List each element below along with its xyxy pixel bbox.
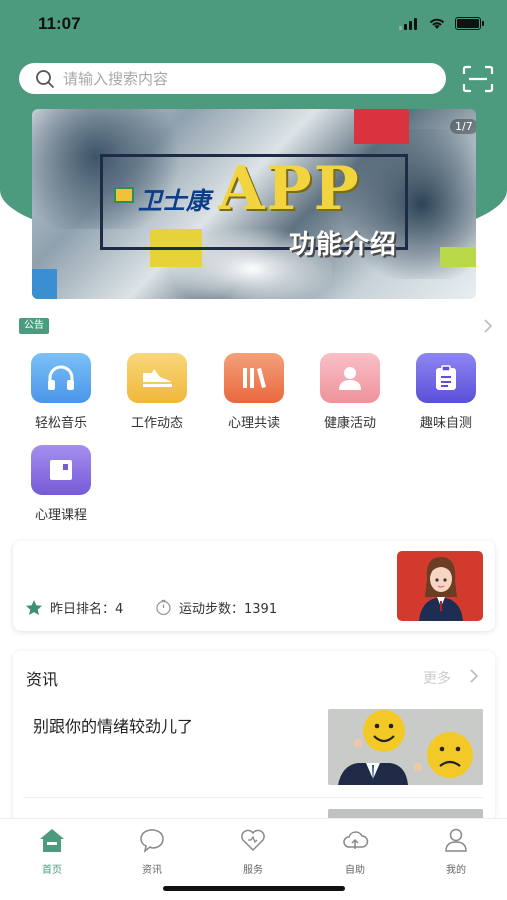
feature-self-test[interactable]: 趣味自测: [406, 353, 486, 443]
feature-label: 健康活动: [323, 416, 376, 431]
mascot-avatar: [397, 551, 483, 621]
user-icon: [445, 828, 467, 852]
daily-stats-card[interactable]: 昨日排名：4 运动步数：1391: [13, 541, 495, 631]
feature-psych-course[interactable]: 心理课程: [21, 445, 101, 535]
feature-psych-reading[interactable]: 心理共读: [214, 353, 294, 443]
feature-label: 趣味自测: [419, 416, 472, 431]
rank-text: 昨日排名：4: [50, 602, 124, 617]
tab-services[interactable]: 服务: [223, 827, 283, 876]
news-divider: [23, 797, 483, 798]
tab-profile[interactable]: 我的: [426, 827, 486, 876]
feature-health-activity[interactable]: 健康活动: [310, 353, 390, 443]
wifi-icon: [429, 18, 445, 29]
battery-icon: [455, 17, 484, 30]
tab-label: 自助: [345, 865, 365, 876]
signal-icon: [399, 18, 417, 30]
banner-headline: APP: [218, 154, 361, 224]
timer-icon: [156, 599, 171, 616]
tab-label: 首页: [42, 865, 62, 876]
person-icon: [320, 353, 380, 403]
banner-subtitle: 功能介绍: [289, 230, 398, 260]
chevron-right-icon[interactable]: [469, 668, 479, 684]
feature-label: 心理共读: [227, 416, 280, 431]
feature-work-updates[interactable]: 工作动态: [117, 353, 197, 443]
star-icon: [26, 600, 42, 615]
scan-icon[interactable]: [462, 65, 494, 93]
feature-label: 轻松音乐: [34, 416, 87, 431]
shoe-icon: [127, 353, 187, 403]
news-card: 资讯 更多 别跟你的情绪较劲儿了: [13, 651, 495, 821]
news-section-title: 资讯: [26, 670, 59, 689]
home-indicator[interactable]: [163, 886, 345, 891]
tab-label: 我的: [446, 865, 466, 876]
cloud-upload-icon: [343, 831, 369, 849]
notice-tag[interactable]: 公告: [19, 318, 49, 334]
tab-news[interactable]: 资讯: [122, 827, 182, 876]
heart-icon: [241, 829, 265, 852]
tab-label: 资讯: [142, 865, 162, 876]
feature-music[interactable]: 轻松音乐: [21, 353, 101, 443]
clipboard-icon: [416, 353, 476, 403]
tab-self-service[interactable]: 自助: [325, 827, 385, 876]
feature-label: 心理课程: [34, 508, 87, 523]
chevron-right-icon[interactable]: [483, 318, 493, 334]
course-icon: [31, 445, 91, 495]
home-icon: [40, 829, 64, 852]
yesterday-rank: 昨日排名：4: [25, 598, 123, 617]
tab-label: 服务: [243, 865, 263, 876]
banner-page-counter: 1/7: [450, 119, 476, 134]
status-time: 11:07: [38, 14, 81, 33]
tab-home[interactable]: 首页: [22, 827, 82, 876]
step-count: 运动步数：1391: [155, 598, 277, 617]
news-more-link[interactable]: 更多: [423, 668, 451, 688]
search-placeholder: 请输入搜索内容: [63, 70, 169, 88]
chat-bubble-icon: [140, 829, 164, 853]
promo-banner[interactable]: 卫士康 APP 功能介绍 1/7: [32, 109, 476, 299]
news-thumbnail[interactable]: [328, 709, 483, 785]
banner-brand: 卫士康: [138, 187, 210, 215]
news-item-title[interactable]: 别跟你的情绪较劲儿了: [33, 713, 193, 737]
search-icon: [36, 69, 54, 88]
books-icon: [224, 353, 284, 403]
steps-text: 运动步数：1391: [179, 602, 278, 617]
brand-logo-icon: [114, 187, 134, 203]
headphones-icon: [31, 353, 91, 403]
search-input[interactable]: 请输入搜索内容: [19, 63, 446, 94]
feature-label: 工作动态: [130, 416, 183, 431]
status-bar: 11:07: [0, 0, 507, 50]
